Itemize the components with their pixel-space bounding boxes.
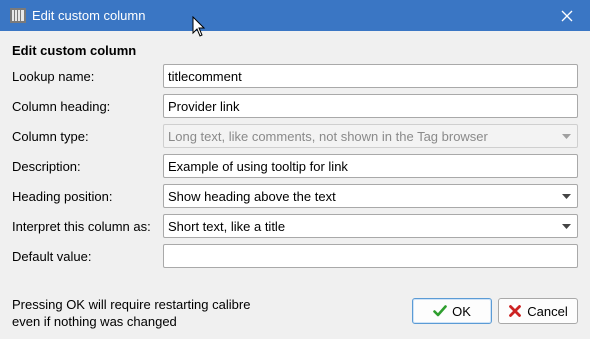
interpret-value: Short text, like a title <box>168 219 286 234</box>
column-heading-label: Column heading: <box>12 99 111 114</box>
lookup-name-label: Lookup name: <box>12 69 95 84</box>
heading-position-label: Heading position: <box>12 189 113 204</box>
default-value-label: Default value: <box>12 249 92 264</box>
interpret-select[interactable]: Short text, like a title <box>163 214 578 238</box>
mouse-cursor-icon <box>192 16 206 37</box>
interpret-label: Interpret this column as: <box>12 219 151 234</box>
description-input[interactable]: Example of using tooltip for link <box>163 154 578 178</box>
cancel-button[interactable]: Cancel <box>498 298 578 324</box>
column-type-value: Long text, like comments, not shown in t… <box>168 129 488 144</box>
window-title: Edit custom column <box>32 8 146 23</box>
close-icon <box>561 10 573 21</box>
column-type-select[interactable]: Long text, like comments, not shown in t… <box>163 124 578 148</box>
ok-label: OK <box>452 303 471 319</box>
default-value-input[interactable] <box>163 244 578 268</box>
calibre-library-icon <box>10 8 26 23</box>
column-heading-value: Provider link <box>168 99 240 114</box>
column-type-label: Column type: <box>12 129 89 144</box>
restart-note-line1: Pressing OK will require restarting cali… <box>12 297 251 312</box>
restart-note: Pressing OK will require restarting cali… <box>12 296 250 330</box>
title-bar[interactable]: Edit custom column <box>0 0 590 31</box>
chevron-down-icon <box>562 194 571 199</box>
chevron-down-icon <box>562 134 571 139</box>
heading-position-value: Show heading above the text <box>168 189 336 204</box>
form-heading: Edit custom column <box>12 43 137 58</box>
description-label: Description: <box>12 159 81 174</box>
cancel-label: Cancel <box>527 303 568 319</box>
description-value: Example of using tooltip for link <box>168 159 348 174</box>
column-heading-input[interactable]: Provider link <box>163 94 578 118</box>
restart-note-line2: even if nothing was changed <box>12 314 177 329</box>
checkmark-icon <box>433 305 447 317</box>
heading-position-select[interactable]: Show heading above the text <box>163 184 578 208</box>
ok-button[interactable]: OK <box>412 298 492 324</box>
close-button[interactable] <box>544 0 590 31</box>
cancel-x-icon <box>509 305 522 317</box>
lookup-name-input[interactable]: titlecomment <box>163 64 578 88</box>
lookup-name-value: titlecomment <box>168 69 242 84</box>
chevron-down-icon <box>562 224 571 229</box>
